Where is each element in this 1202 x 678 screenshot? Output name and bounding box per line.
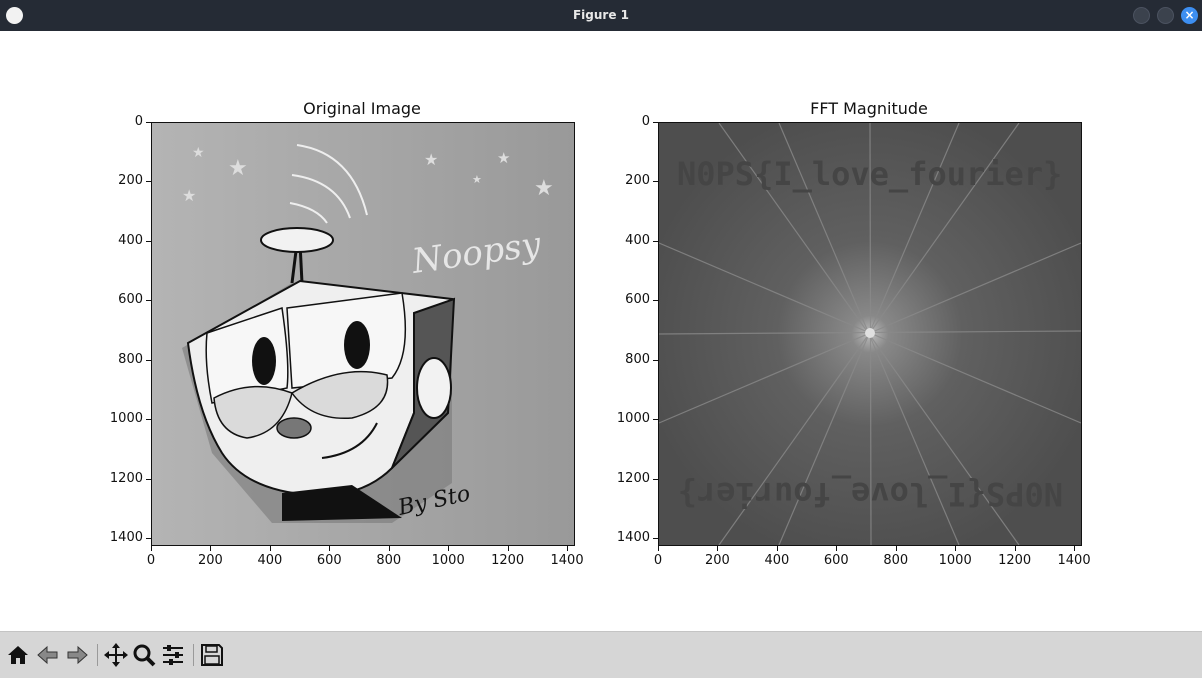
minimize-button[interactable] [1133,7,1150,24]
flag-text-mirrored: N0PS{I_love_fourier} [678,475,1063,513]
fft-ytick-label: 0 [641,114,650,129]
original-ytick-label: 1200 [109,470,143,486]
original-xtick-label: 800 [376,553,402,568]
fft-magnitude-axes[interactable]: N0PS{I_love_fourier} N0PS{I_love_fourier… [658,122,1082,546]
original-ytick-label: 200 [118,173,143,189]
fft-ytick-mark [653,181,658,183]
svg-text:★: ★ [472,173,482,186]
fft-xtick-mark [658,546,659,551]
original-ytick-mark [146,538,151,540]
maximize-button[interactable] [1157,7,1174,24]
svg-text:★: ★ [192,145,205,161]
original-xtick-mark [388,546,390,551]
fft-xtick-mark [895,546,897,551]
close-button[interactable]: × [1181,7,1198,24]
original-xtick-mark [507,546,509,551]
original-xtick-mark [210,546,212,551]
original-ytick-mark [146,240,151,242]
original-xtick-mark [567,546,569,551]
matplotlib-toolbar [0,631,1202,678]
fft-xtick-label: 800 [883,553,909,568]
window-title: Figure 1 [572,8,630,22]
fft-magnitude-image: N0PS{I_love_fourier} N0PS{I_love_fourier… [659,123,1081,545]
plot-title-original: Original Image [303,99,421,118]
home-icon[interactable] [5,642,31,668]
original-ytick-mark [146,478,151,480]
zoom-icon[interactable] [131,642,157,668]
fft-xtick-mark [776,546,778,551]
plot-title-fft: FFT Magnitude [810,99,928,118]
original-ytick-label: 1400 [109,530,143,546]
original-xtick-label: 1000 [431,553,465,568]
fft-ytick-label: 600 [625,292,650,308]
fft-ytick-mark [653,538,658,540]
fft-ytick-mark [653,419,658,421]
pan-icon[interactable] [103,642,129,668]
original-ytick-mark [146,419,151,421]
configure-subplots-icon[interactable] [160,642,186,668]
original-ytick-label: 1000 [109,411,143,427]
fft-xtick-label: 400 [764,553,790,568]
original-ytick-label: 800 [118,351,143,367]
fft-xtick-mark [836,546,838,551]
svg-text:★: ★ [424,150,438,169]
original-ytick-mark [146,300,151,302]
original-ytick-label: 400 [118,232,143,248]
fft-xtick-mark [955,546,957,551]
svg-text:★: ★ [182,186,196,205]
original-xtick-label: 400 [257,553,283,568]
original-image: ★ ★ ★ ★ ★ ★ ★ Noopsy By Sto [152,123,574,545]
original-xtick-label: 200 [198,553,223,568]
original-image-axes[interactable]: ★ ★ ★ ★ ★ ★ ★ Noopsy By Sto [151,122,575,546]
original-xtick-label: 600 [316,553,342,568]
original-xtick-mark [269,546,271,551]
fft-xtick-label: 1200 [998,553,1032,568]
fft-xtick-label: 600 [823,553,849,568]
original-ytick-mark [146,122,151,123]
fft-ytick-label: 800 [625,351,650,367]
original-xtick-label: 0 [146,553,156,568]
flag-text: N0PS{I_love_fourier} [677,155,1062,193]
original-xtick-label: 1400 [550,553,584,568]
figure-canvas: Original Image ★ ★ ★ ★ ★ ★ ★ Noopsy By S… [1,31,1201,631]
svg-text:★: ★ [534,176,554,201]
fft-ytick-label: 400 [625,232,650,248]
fft-xtick-label: 1000 [938,553,972,568]
fft-ytick-label: 200 [625,173,650,189]
svg-text:★: ★ [228,156,248,181]
fft-xtick-label: 200 [705,553,730,568]
original-ytick-label: 600 [118,292,143,308]
fft-xtick-label: 1400 [1057,553,1091,568]
forward-icon[interactable] [64,642,90,668]
fft-xtick-mark [717,546,719,551]
original-xtick-mark [448,546,450,551]
fft-xtick-mark [1014,546,1016,551]
window-titlebar: Figure 1 × [0,0,1202,31]
fft-ytick-mark [653,240,658,242]
fft-xtick-label: 0 [653,553,663,568]
original-xtick-mark [151,546,152,551]
fft-xtick-mark [1074,546,1076,551]
toolbar-separator [193,644,194,666]
fft-ytick-mark [653,359,658,361]
original-ytick-mark [146,181,151,183]
original-xtick-mark [329,546,331,551]
save-icon[interactable] [199,642,225,668]
svg-text:★: ★ [497,149,510,167]
back-icon[interactable] [35,642,61,668]
fft-ytick-label: 1000 [616,411,650,427]
fft-ytick-mark [653,122,658,123]
fft-ytick-label: 1200 [616,470,650,486]
fft-ytick-label: 1400 [616,530,650,546]
fft-ytick-mark [653,300,658,302]
original-xtick-label: 1200 [491,553,525,568]
fft-ytick-mark [653,478,658,480]
original-ytick-mark [146,359,151,361]
original-ytick-label: 0 [134,114,143,129]
toolbar-separator [97,644,98,666]
